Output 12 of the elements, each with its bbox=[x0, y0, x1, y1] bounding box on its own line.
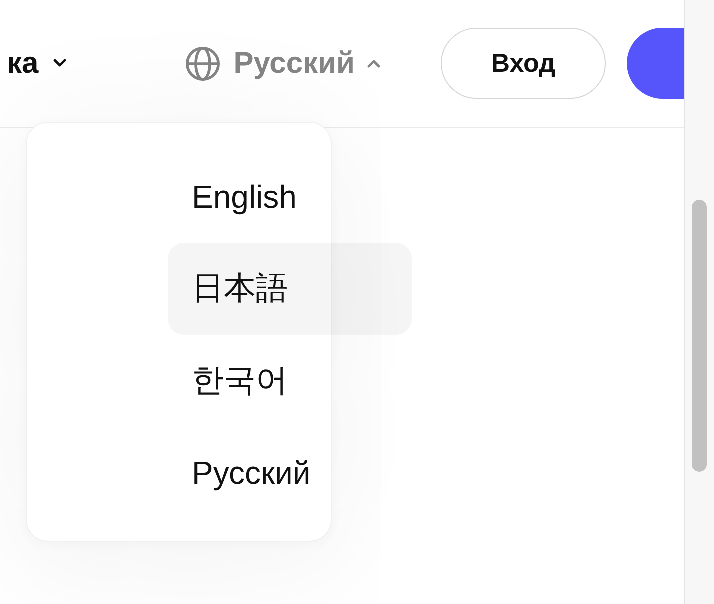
scrollbar[interactable] bbox=[684, 0, 714, 604]
chevron-down-icon bbox=[52, 59, 67, 68]
menu-item[interactable]: 日本語 bbox=[168, 243, 412, 335]
scrollbar-thumb[interactable] bbox=[692, 200, 707, 472]
globe-icon bbox=[186, 46, 220, 80]
menu-item[interactable]: English bbox=[168, 151, 412, 243]
menu-item[interactable]: 한국어 bbox=[168, 335, 412, 427]
nav-link[interactable]: ка bbox=[7, 46, 67, 82]
login-button[interactable]: Вход bbox=[440, 28, 606, 99]
language-selector[interactable]: Русский bbox=[186, 46, 381, 82]
menu-item[interactable]: Русский bbox=[168, 427, 412, 519]
chevron-up-icon bbox=[366, 59, 381, 68]
